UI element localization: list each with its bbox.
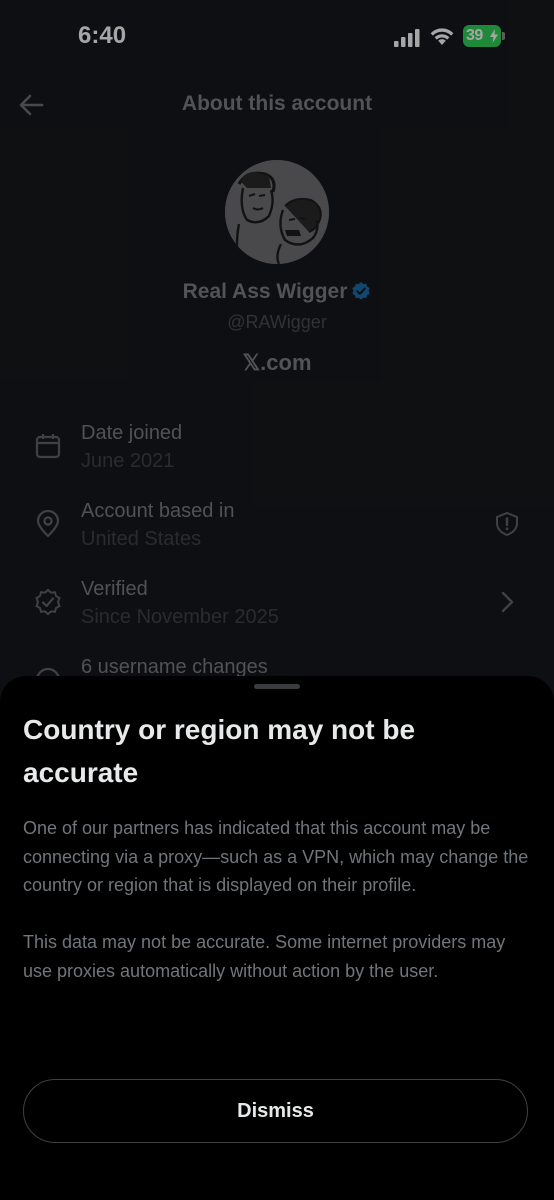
battery-indicator: 39 — [463, 25, 507, 47]
detail-value: Since November 2025 — [81, 606, 279, 628]
sheet-grabber[interactable] — [254, 684, 300, 689]
detail-row-account-based-in[interactable]: Account based in United States — [0, 500, 554, 564]
name-row: Real Ass Wigger — [0, 280, 554, 304]
verified-badge-icon — [352, 282, 371, 300]
site-label: 𝕏.com — [242, 350, 312, 375]
sheet-paragraph: One of our partners has indicated that t… — [23, 818, 529, 895]
cellular-signal-icon — [394, 29, 420, 47]
detail-value: United States — [81, 528, 202, 550]
avatar[interactable] — [225, 160, 329, 264]
top-bar: About this account — [0, 80, 554, 130]
display-name: Real Ass Wigger — [182, 280, 348, 303]
detail-row-verified[interactable]: Verified Since November 2025 — [0, 578, 554, 642]
detail-label: Verified — [81, 578, 148, 600]
detail-row-date-joined: Date joined June 2021 — [0, 422, 554, 486]
sheet-title: Country or region may not be accurate — [23, 714, 416, 788]
calendar-icon — [35, 434, 61, 459]
sheet-body: One of our partners has indicated that t… — [23, 814, 533, 985]
shield-alert-icon[interactable] — [494, 511, 520, 537]
location-pin-icon — [36, 510, 60, 538]
detail-value: June 2021 — [81, 450, 175, 472]
detail-label: Account based in — [81, 500, 235, 522]
proxy-warning-sheet: Country or region may not be accurate On… — [0, 676, 554, 1200]
battery-body: 39 — [463, 25, 501, 47]
chevron-right-icon[interactable] — [494, 589, 520, 615]
battery-level: 39 — [466, 27, 483, 44]
user-handle: @RAWigger — [227, 312, 327, 332]
status-bar: 6:40 39 — [0, 0, 554, 76]
detail-label: Date joined — [81, 422, 183, 444]
verified-seal-icon — [35, 588, 61, 616]
avatar-drawing — [225, 160, 329, 264]
page-title: About this account — [181, 92, 373, 115]
battery-cap — [502, 32, 505, 40]
sheet-paragraph: This data may not be accurate. Some inte… — [23, 932, 506, 981]
charging-bolt-icon — [490, 29, 498, 43]
clock: 6:40 — [78, 22, 127, 49]
dismiss-button[interactable]: Dismiss — [23, 1079, 528, 1143]
wifi-icon — [430, 28, 454, 45]
